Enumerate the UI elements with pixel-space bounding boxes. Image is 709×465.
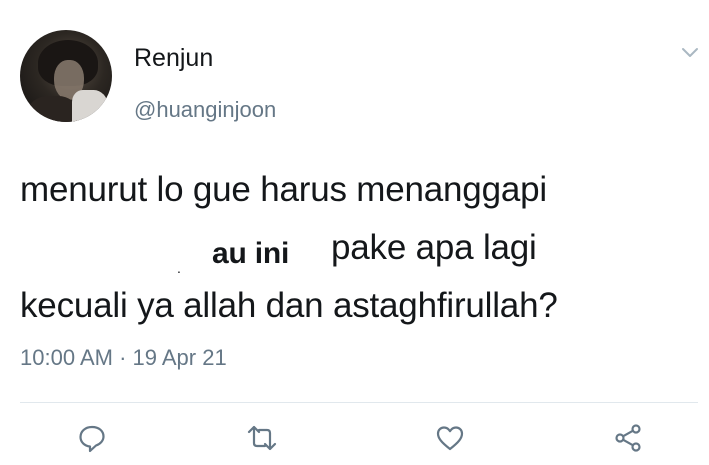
chevron-down-icon[interactable] xyxy=(680,46,700,60)
tweet-text: menurut lo gue harus menanggapi . au ini… xyxy=(20,161,700,335)
tweet-text-line-1: menurut lo gue harus menanggapi xyxy=(20,170,547,209)
inserted-text: au ini xyxy=(212,237,290,270)
stray-mark: . xyxy=(177,260,181,276)
share-button[interactable] xyxy=(612,422,644,454)
avatar[interactable] xyxy=(20,30,112,122)
tweet-text-line-2-rest: pake apa lagi xyxy=(331,228,537,267)
share-icon xyxy=(615,424,641,452)
avatar-jacket xyxy=(72,90,108,122)
tweet-text-line-2: . au ini pake apa lagi xyxy=(20,219,700,277)
heart-icon xyxy=(436,426,464,451)
retweet-button[interactable] xyxy=(246,422,278,454)
timestamp[interactable]: 10:00 AM · 19 Apr 21 xyxy=(20,345,227,371)
retweet-icon xyxy=(247,425,277,451)
reply-button[interactable] xyxy=(76,422,108,454)
user-handle[interactable]: @huanginjoon xyxy=(134,97,276,123)
avatar-shoulder xyxy=(28,96,78,122)
tweet-card: Renjun @huanginjoon menurut lo gue harus… xyxy=(0,0,709,465)
like-button[interactable] xyxy=(434,422,466,454)
reply-icon xyxy=(79,425,105,453)
divider xyxy=(20,402,698,403)
tweet-text-line-3: kecuali ya allah dan astaghfirullah? xyxy=(20,286,558,325)
display-name[interactable]: Renjun xyxy=(134,44,213,73)
